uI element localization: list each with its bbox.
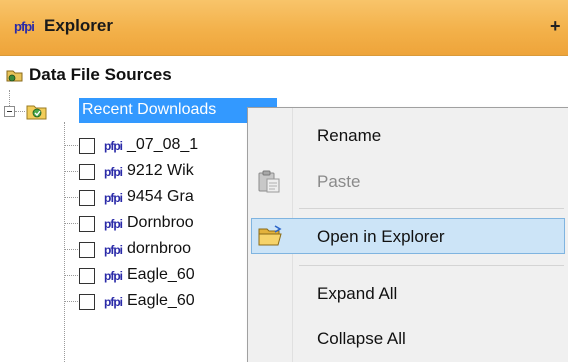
menu-item-expand-all[interactable]: Expand All <box>248 276 568 312</box>
file-type-badge: pfpi <box>104 217 123 231</box>
file-type-badge: pfpi <box>104 139 123 153</box>
tree-connector <box>64 249 78 250</box>
file-type-badge: pfpi <box>104 165 123 179</box>
tree-leaf-label: _07_08_1 <box>127 136 199 153</box>
menu-item-label: Collapse All <box>317 329 406 348</box>
collapse-toggle-icon[interactable] <box>4 106 15 117</box>
menu-item-label: Expand All <box>317 284 398 303</box>
tree-root-label: Data File Sources <box>29 65 172 84</box>
item-checkbox[interactable] <box>79 268 95 284</box>
downloads-folder-icon <box>26 105 47 120</box>
pin-icon[interactable]: + <box>550 16 561 37</box>
data-sources-icon <box>6 70 23 82</box>
menu-item-paste[interactable]: Paste <box>248 164 568 200</box>
item-checkbox[interactable] <box>79 138 95 154</box>
menu-item-open-in-explorer[interactable]: Open in Explorer <box>251 218 565 254</box>
tree-leaf-item[interactable]: pfpi Dornbroo <box>0 212 260 236</box>
tree-leaf-label: Eagle_60 <box>127 292 195 309</box>
item-checkbox[interactable] <box>79 164 95 180</box>
file-type-badge: pfpi <box>104 191 123 205</box>
app-badge: pfpi <box>14 19 35 34</box>
tree-leaf-item[interactable]: pfpi dornbroo <box>0 238 260 262</box>
tree-leaf-item[interactable]: pfpi Eagle_60 <box>0 264 260 288</box>
tree-leaf-label: dornbroo <box>127 240 192 257</box>
open-folder-icon <box>258 225 282 246</box>
menu-separator <box>299 208 564 209</box>
menu-item-label: Open in Explorer <box>317 227 445 246</box>
tree-leaf-label: Dornbroo <box>127 214 194 231</box>
tree-connector <box>64 223 78 224</box>
context-menu: Rename Paste Open in Explorer Expand All… <box>247 107 568 362</box>
clipboard-paste-icon <box>258 170 280 193</box>
item-checkbox[interactable] <box>79 242 95 258</box>
tree-connector <box>64 275 78 276</box>
menu-item-label: Rename <box>317 126 382 145</box>
menu-separator <box>299 265 564 266</box>
menu-item-collapse-all[interactable]: Collapse All <box>248 321 568 357</box>
tree-leaf-item[interactable]: pfpi 9212 Wik <box>0 160 260 184</box>
file-type-badge: pfpi <box>104 295 123 309</box>
tree-leaf-label: 9454 Gra <box>127 188 194 205</box>
tree-connector <box>64 171 78 172</box>
tree-connector <box>9 90 10 106</box>
tree-leaf-item[interactable]: pfpi Eagle_60 <box>0 290 260 314</box>
tree-connector <box>64 197 78 198</box>
tree-connector <box>64 145 78 146</box>
tree-leaf-item[interactable]: pfpi 9454 Gra <box>0 186 260 210</box>
item-checkbox[interactable] <box>79 190 95 206</box>
tree-connector <box>64 301 78 302</box>
tree-leaf-label: 9212 Wik <box>127 162 194 179</box>
file-type-badge: pfpi <box>104 243 123 257</box>
menu-item-label: Paste <box>317 172 361 191</box>
item-checkbox[interactable] <box>79 216 95 232</box>
panel-title: Explorer <box>44 16 113 35</box>
item-checkbox[interactable] <box>79 294 95 310</box>
tree-connector <box>15 111 25 112</box>
file-type-badge: pfpi <box>104 269 123 283</box>
tree-leaf-label: Eagle_60 <box>127 266 195 283</box>
explorer-header: pfpi Explorer + <box>0 0 568 56</box>
menu-item-rename[interactable]: Rename <box>248 118 568 154</box>
tree-leaf-item[interactable]: pfpi _07_08_1 <box>0 134 260 158</box>
